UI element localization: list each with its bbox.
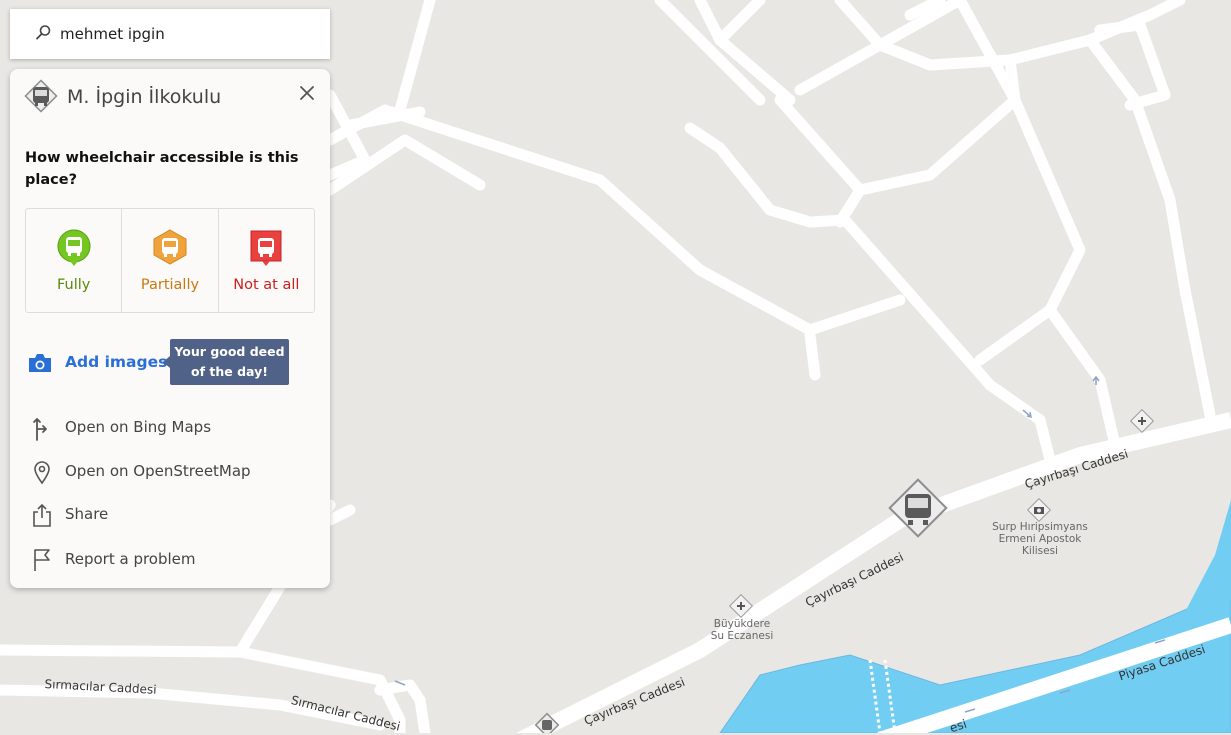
accessibility-options: Fully Partially Not at all — [25, 208, 315, 313]
open-osm-link[interactable]: Open on OpenStreetMap — [30, 459, 310, 487]
camera-icon — [29, 354, 51, 372]
not-at-all-label: Not at all — [233, 277, 300, 293]
report-problem-link[interactable]: Report a problem — [30, 547, 310, 575]
bus-green-icon — [57, 229, 91, 266]
church-label: Surp Hıripsimyans Ermeni Apostok Kilises… — [992, 521, 1088, 557]
partially-label: Partially — [140, 277, 200, 293]
flag-icon — [34, 549, 50, 571]
fully-accessible-option[interactable]: Fully — [26, 209, 123, 312]
accessibility-question: How wheelchair accessible is this place? — [25, 150, 299, 188]
share-icon — [33, 503, 51, 527]
fully-label: Fully — [56, 277, 91, 293]
bus-red-icon — [250, 230, 282, 266]
place-title: M. İpgin İlkokulu — [67, 86, 222, 108]
bing-directions-icon — [33, 418, 47, 441]
close-icon[interactable] — [296, 82, 318, 104]
open-osm-label: Open on OpenStreetMap — [65, 462, 251, 480]
bus-orange-icon — [153, 229, 187, 265]
search-input[interactable] — [60, 21, 320, 47]
add-images-label: Add images — [65, 353, 168, 371]
place-panel: M. İpgin İlkokulu How wheelchair accessi… — [10, 69, 330, 588]
pharmacy-label: Büyükdere Su Eczanesi — [710, 618, 774, 642]
add-images-button[interactable]: Add images — [27, 350, 177, 380]
good-deed-tooltip: Your good deed of the day! — [163, 339, 289, 385]
not-accessible-option[interactable]: Not at all — [219, 209, 314, 312]
share-label: Share — [65, 505, 109, 523]
bus-stop-icon — [24, 79, 58, 113]
open-bing-maps-label: Open on Bing Maps — [65, 418, 212, 436]
partially-accessible-option[interactable]: Partially — [122, 209, 219, 312]
map-pin-icon — [34, 461, 50, 485]
report-problem-label: Report a problem — [65, 550, 196, 568]
share-link[interactable]: Share — [30, 502, 310, 530]
open-bing-maps-link[interactable]: Open on Bing Maps — [30, 415, 310, 443]
search-bar — [10, 9, 330, 59]
search-icon[interactable] — [34, 24, 52, 42]
